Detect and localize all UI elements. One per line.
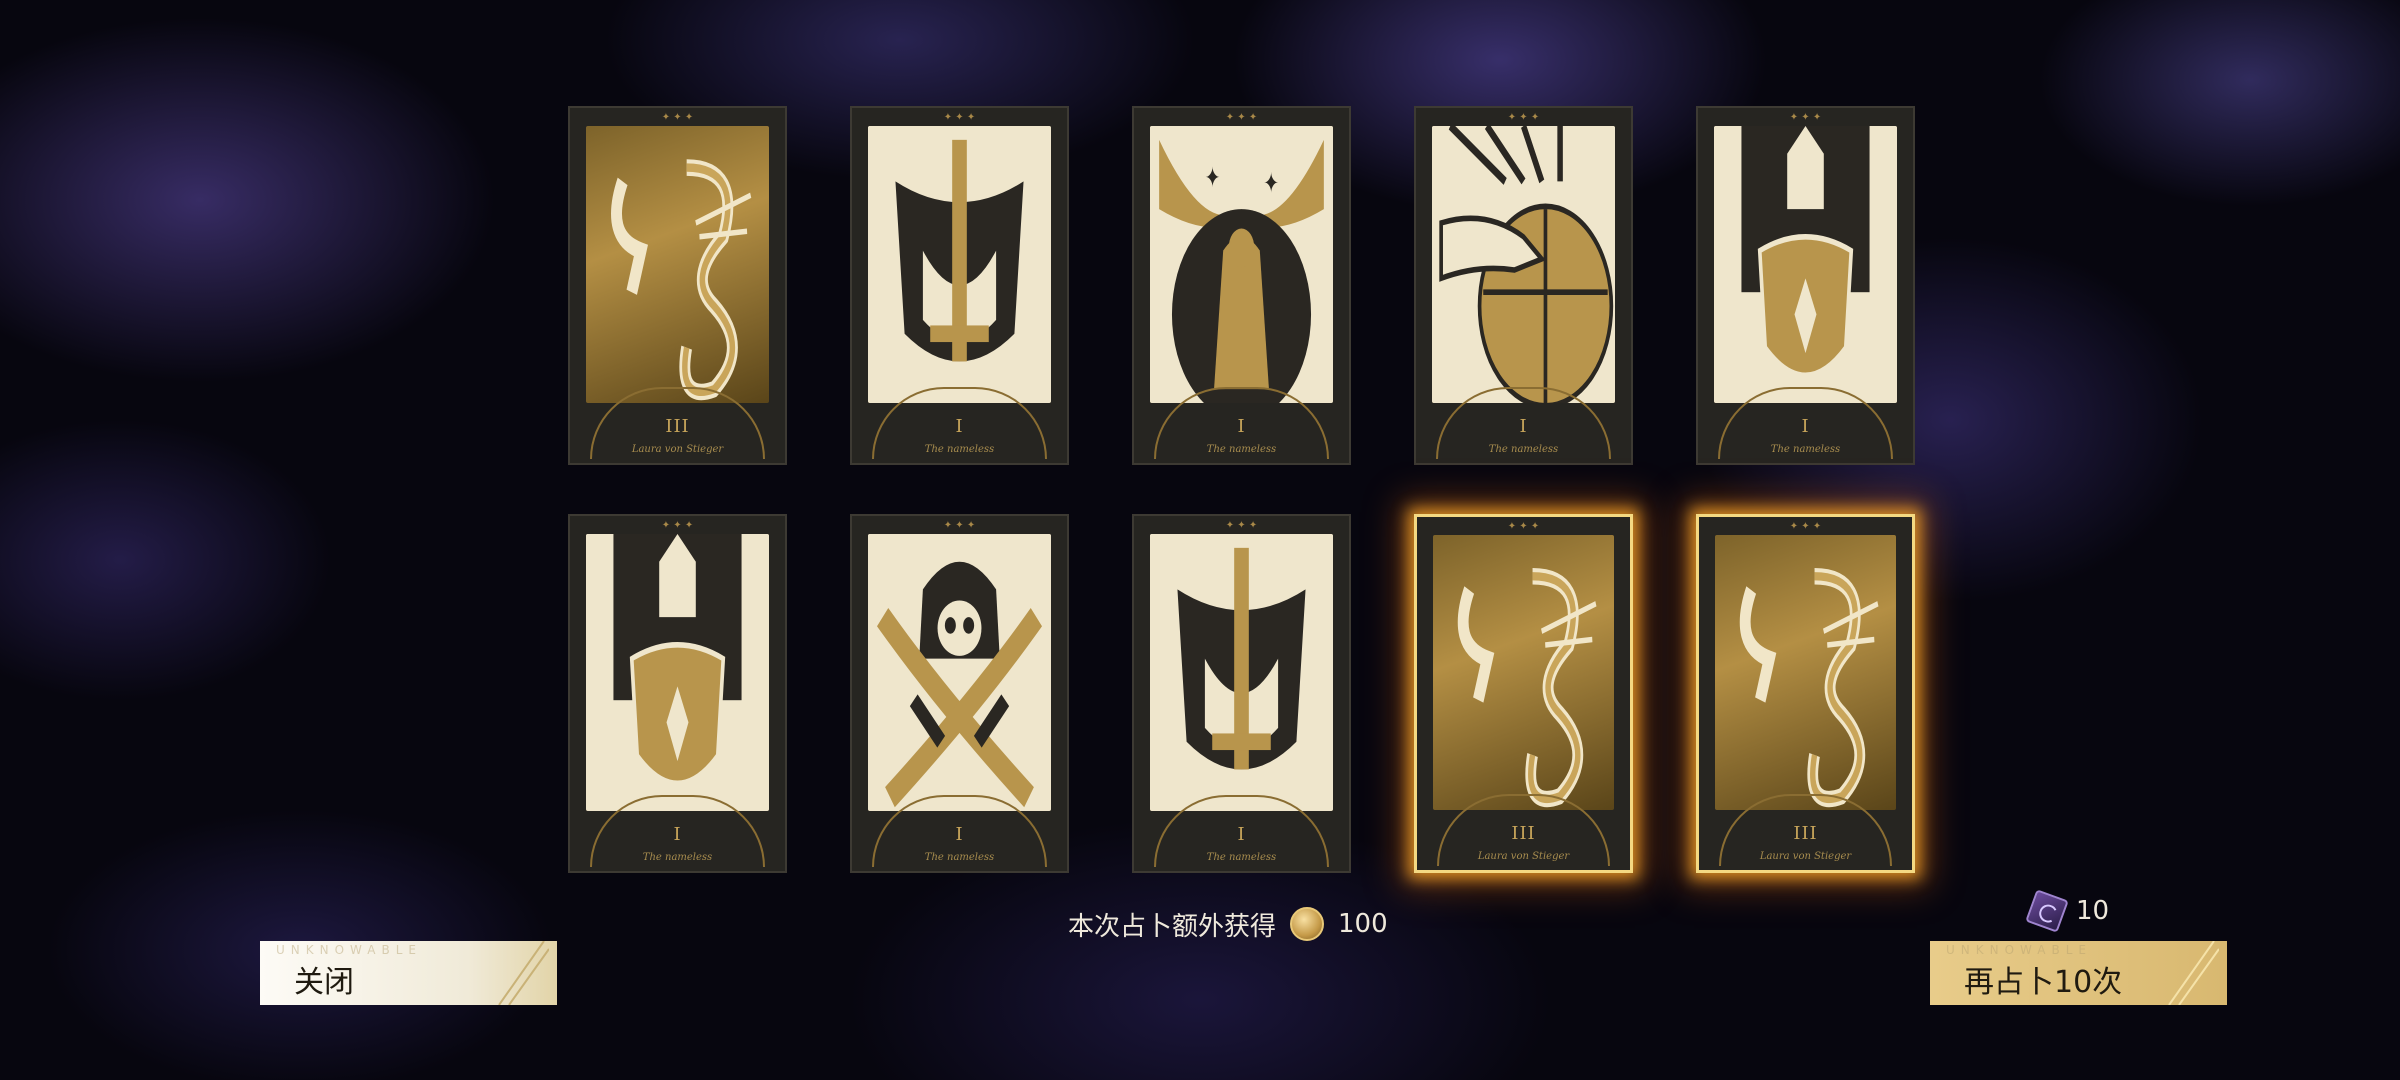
hooded-skull-icon bbox=[868, 534, 1051, 811]
bonus-amount: 100 bbox=[1338, 909, 1388, 939]
card-art-frame bbox=[868, 126, 1051, 403]
card-numeral: I bbox=[1237, 824, 1246, 845]
tarot-card-2[interactable]: ✦ ✦ ✦ I The nameless bbox=[850, 106, 1069, 465]
bonus-text: 本次占卜额外获得 bbox=[1068, 911, 1277, 942]
close-button-label: 关闭 bbox=[294, 965, 354, 1000]
card-name: Laura von Stieger bbox=[1759, 851, 1852, 862]
tarot-card-8[interactable]: ✦ ✦ ✦ I The nameless bbox=[1132, 514, 1351, 873]
card-name: The nameless bbox=[1206, 852, 1277, 863]
card-name: The nameless bbox=[1206, 444, 1277, 455]
card-top-ornament: ✦ ✦ ✦ bbox=[661, 112, 694, 123]
card-name: Laura von Stieger bbox=[631, 444, 724, 455]
card-name: The nameless bbox=[1770, 444, 1841, 455]
divination-ticket-icon bbox=[2025, 889, 2069, 933]
card-name: The nameless bbox=[924, 444, 995, 455]
ticket-counter: 10 bbox=[2025, 889, 2110, 933]
sword-knight-icon bbox=[868, 126, 1051, 403]
hand-globe-icon bbox=[1432, 126, 1615, 403]
card-numeral: III bbox=[665, 416, 690, 437]
svg-text:✦: ✦ bbox=[1263, 167, 1278, 200]
card-top-ornament: ✦ ✦ ✦ bbox=[661, 520, 694, 531]
shield-knight-icon bbox=[1714, 126, 1897, 403]
card-art-frame bbox=[586, 126, 769, 403]
card-numeral: I bbox=[1519, 416, 1528, 437]
card-art-frame bbox=[1433, 535, 1614, 810]
card-name: The nameless bbox=[1488, 444, 1559, 455]
button-subtitle: UNKNOWABLE bbox=[276, 943, 422, 957]
coin-icon bbox=[1290, 907, 1325, 941]
card-top-ornament: ✦ ✦ ✦ bbox=[1507, 521, 1540, 532]
tarot-card-grid: ✦ ✦ ✦ III Laura von Stieger ✦ ✦ ✦ I The … bbox=[568, 106, 1918, 876]
button-ornament-icon bbox=[2168, 941, 2219, 1005]
card-name: The nameless bbox=[642, 852, 713, 863]
card-art-frame bbox=[1714, 126, 1897, 403]
moon-maiden-icon: ✦ ✦ bbox=[1150, 126, 1333, 403]
card-numeral: III bbox=[1793, 823, 1818, 844]
card-art-frame bbox=[586, 534, 769, 811]
card-numeral: I bbox=[955, 824, 964, 845]
card-top-ornament: ✦ ✦ ✦ bbox=[1225, 112, 1258, 123]
card-numeral: I bbox=[1237, 416, 1246, 437]
sword-knight-icon bbox=[1150, 534, 1333, 811]
card-top-ornament: ✦ ✦ ✦ bbox=[1789, 521, 1822, 532]
card-art-frame bbox=[1715, 535, 1896, 810]
card-name: Laura von Stieger bbox=[1477, 851, 1570, 862]
ticket-count: 10 bbox=[2076, 896, 2110, 926]
draw-again-button[interactable]: UNKNOWABLE 再占卜10次 bbox=[1930, 941, 2227, 1005]
card-numeral: I bbox=[1801, 416, 1810, 437]
card-art-frame bbox=[1150, 534, 1333, 811]
card-name: The nameless bbox=[924, 852, 995, 863]
card-top-ornament: ✦ ✦ ✦ bbox=[943, 520, 976, 531]
card-art-frame bbox=[1432, 126, 1615, 403]
tarot-card-3[interactable]: ✦ ✦ ✦ ✦ ✦ I The nameless bbox=[1132, 106, 1351, 465]
serpent-dragon-icon bbox=[1457, 568, 1597, 808]
tarot-card-9[interactable]: ✦ ✦ ✦ III Laura von Stieger bbox=[1414, 514, 1633, 873]
serpent-dragon-icon bbox=[1739, 568, 1879, 808]
card-top-ornament: ✦ ✦ ✦ bbox=[1507, 112, 1540, 123]
card-top-ornament: ✦ ✦ ✦ bbox=[1225, 520, 1258, 531]
card-art-frame: ✦ ✦ bbox=[1150, 126, 1333, 403]
button-subtitle: UNKNOWABLE bbox=[1946, 943, 2092, 957]
tarot-card-7[interactable]: ✦ ✦ ✦ I The nameless bbox=[850, 514, 1069, 873]
close-button[interactable]: UNKNOWABLE 关闭 bbox=[260, 941, 557, 1005]
tarot-card-5[interactable]: ✦ ✦ ✦ I The nameless bbox=[1696, 106, 1915, 465]
tarot-card-6[interactable]: ✦ ✦ ✦ I The nameless bbox=[568, 514, 787, 873]
card-numeral: I bbox=[955, 416, 964, 437]
card-top-ornament: ✦ ✦ ✦ bbox=[943, 112, 976, 123]
tarot-card-1[interactable]: ✦ ✦ ✦ III Laura von Stieger bbox=[568, 106, 787, 465]
serpent-dragon-icon bbox=[611, 159, 752, 401]
svg-text:✦: ✦ bbox=[1205, 161, 1220, 194]
shield-knight-icon bbox=[586, 534, 769, 811]
tarot-card-4[interactable]: ✦ ✦ ✦ I The nameless bbox=[1414, 106, 1633, 465]
draw-again-button-label: 再占卜10次 bbox=[1964, 965, 2123, 1000]
card-numeral: I bbox=[673, 824, 682, 845]
bonus-reward: 本次占卜额外获得 100 bbox=[1068, 906, 1388, 942]
card-top-ornament: ✦ ✦ ✦ bbox=[1789, 112, 1822, 123]
button-ornament-icon bbox=[498, 941, 549, 1005]
card-numeral: III bbox=[1511, 823, 1536, 844]
tarot-card-10[interactable]: ✦ ✦ ✦ III Laura von Stieger bbox=[1696, 514, 1915, 873]
card-art-frame bbox=[868, 534, 1051, 811]
